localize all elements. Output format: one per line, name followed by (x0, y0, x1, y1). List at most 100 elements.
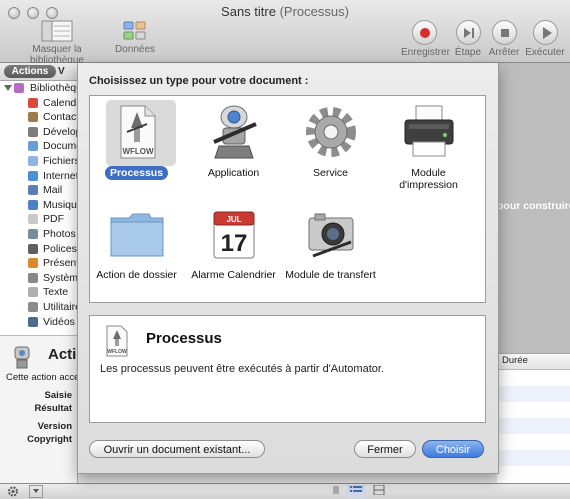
workflow-document-icon: WFLOW (120, 105, 156, 159)
calendar-icon: JUL 17 (213, 211, 255, 259)
workflow-hint-text: pour construire votre (497, 200, 570, 212)
library-category[interactable]: Fichiers (0, 154, 77, 169)
type-label-image-capture: Module de transfert (285, 269, 376, 281)
category-icon (28, 258, 38, 269)
type-label-calendar-alarm: Alarme Calendrier (191, 269, 276, 281)
library-category-label: Vidéos (43, 315, 75, 328)
library-category-label: Système (43, 271, 77, 284)
type-service[interactable]: Service (284, 98, 377, 198)
record-button[interactable]: Enregistrer (401, 20, 450, 58)
step-button[interactable]: Étape (452, 20, 484, 58)
camera-icon (308, 213, 354, 258)
library-category-label: Calendrier (43, 96, 77, 109)
workflow-area: pour construire votre Durée (497, 63, 570, 484)
type-image-capture[interactable]: Module de transfert (284, 200, 377, 300)
actions-tab[interactable]: Actions (4, 65, 56, 78)
description-toggle-button[interactable] (29, 485, 43, 498)
disclosure-triangle-icon[interactable] (4, 85, 12, 91)
input-label: Saisie (44, 390, 72, 401)
list-view-button[interactable] (347, 485, 365, 498)
category-icon (28, 97, 38, 108)
bottom-bar (0, 483, 570, 499)
category-icon (28, 287, 38, 298)
grid-view-button[interactable] (370, 484, 388, 498)
library-root[interactable]: Bibliothèque (0, 81, 77, 96)
detail-description: Les processus peuvent être exécutés à pa… (100, 363, 384, 375)
library-category[interactable]: Présentations (0, 256, 77, 271)
action-description-panel: Acti Cette action accepte Saisie Résulta… (0, 335, 93, 484)
library-category[interactable]: Polices (0, 242, 77, 257)
category-icon (28, 199, 38, 210)
folder-icon (110, 213, 164, 257)
category-icon (28, 228, 38, 239)
type-processus[interactable]: WFLOW Processus (90, 98, 183, 198)
toolbar: Sans titre (Processus) Masquer la biblio… (0, 0, 570, 66)
gear-menu-button[interactable] (4, 485, 24, 498)
open-existing-button[interactable]: Ouvrir un document existant... (89, 440, 265, 458)
copyright-label: Copyright (27, 434, 72, 445)
run-button[interactable]: Exécuter (524, 20, 566, 58)
library-category-label: Mail (43, 184, 63, 197)
library-category-label: Utilitaires (43, 300, 77, 313)
list-view-icon (350, 486, 362, 492)
document-type-sheet: Choisissez un type pour votre document :… (77, 63, 499, 474)
library-category[interactable]: Documents (0, 139, 77, 154)
type-print-plugin[interactable]: Module d'impression (382, 98, 475, 198)
library-category-label: Internet (43, 169, 77, 182)
close-button[interactable]: Fermer (354, 440, 416, 458)
svg-text:17: 17 (221, 230, 248, 257)
log-table: Durée (497, 353, 570, 484)
library-category[interactable]: PDF (0, 212, 77, 227)
data-label: Données (114, 44, 156, 55)
library-category-label: Texte (43, 286, 69, 299)
type-label-application: Application (207, 167, 260, 179)
type-label-processus: Processus (104, 166, 169, 180)
document-type-grid: WFLOW Processus Application Service Modu… (89, 95, 486, 303)
splitter-handle[interactable] (331, 485, 341, 498)
library-category[interactable]: Développeur (0, 125, 77, 140)
library-category-label: Développeur (43, 125, 77, 138)
type-folder-action[interactable]: Action de dossier (90, 200, 183, 300)
stop-button[interactable]: Arrêter (486, 20, 522, 58)
version-label: Version (37, 421, 72, 432)
duration-column-header[interactable]: Durée (502, 355, 528, 366)
library-category-label: PDF (43, 213, 64, 226)
step-icon (455, 20, 481, 45)
library-category[interactable]: Utilitaires (0, 300, 77, 315)
library-category[interactable]: Système (0, 271, 77, 286)
library-category-label: Documents (43, 140, 77, 153)
data-variables-icon (123, 21, 146, 40)
type-application[interactable]: Application (187, 98, 280, 198)
log-header: Durée (497, 354, 570, 370)
actions-variables-segment: Actions V (0, 63, 77, 81)
library-category[interactable]: Photos (0, 227, 77, 242)
category-icon (28, 170, 38, 181)
hide-library-button[interactable]: Masquer la bibliothèque (4, 20, 110, 66)
svg-text:WFLOW: WFLOW (107, 349, 127, 355)
library-category[interactable]: Mail (0, 183, 77, 198)
automator-robot-icon (213, 105, 257, 159)
type-label-service: Service (312, 167, 348, 179)
library-category[interactable]: Internet (0, 169, 77, 184)
library-list: Bibliothèque Calendrier ContactsDéveloppeu… (0, 81, 77, 329)
splitter-grip-icon (333, 486, 339, 494)
library-category[interactable]: Vidéos (0, 315, 77, 330)
library-category[interactable]: Texte (0, 285, 77, 300)
automator-window: Sans titre (Processus) Masquer la biblio… (0, 0, 570, 499)
library-panel-icon (41, 20, 73, 42)
library-category[interactable]: Calendrier (0, 96, 77, 111)
category-icon (28, 214, 38, 225)
data-button[interactable]: Données (113, 20, 157, 55)
choose-button[interactable]: Choisir (422, 440, 484, 458)
library-category[interactable]: Contacts (0, 110, 77, 125)
library-category[interactable]: Musique (0, 198, 77, 213)
category-icon (28, 126, 38, 137)
chevron-down-icon (33, 489, 39, 493)
category-icon (28, 112, 38, 123)
step-label: Étape (454, 47, 482, 58)
type-calendar-alarm[interactable]: JUL 17 Alarme Calendrier (187, 200, 280, 300)
category-icon (28, 272, 38, 283)
category-icon (28, 155, 38, 166)
svg-text:WFLOW: WFLOW (122, 147, 154, 156)
log-row (497, 386, 570, 402)
